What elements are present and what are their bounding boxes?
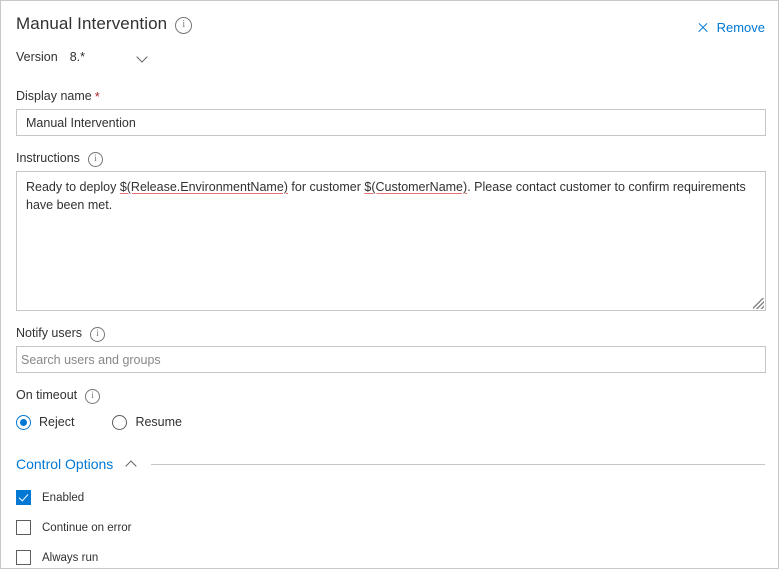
control-options-section-header[interactable]: Control Options bbox=[16, 454, 765, 474]
info-circle-icon[interactable] bbox=[90, 326, 105, 342]
checkbox-continue-on-error-label: Continue on error bbox=[42, 521, 132, 534]
chevron-down-icon[interactable] bbox=[137, 51, 149, 63]
page-title: Manual Intervention bbox=[16, 14, 168, 33]
required-marker: * bbox=[94, 88, 100, 104]
notify-users-label: Notify users bbox=[16, 325, 765, 342]
checkbox-continue-on-error[interactable]: Continue on error bbox=[16, 519, 765, 536]
display-name-input[interactable] bbox=[16, 109, 766, 136]
task-header: Manual Intervention Remove bbox=[16, 12, 765, 36]
on-timeout-label: On timeout bbox=[16, 387, 765, 404]
control-options-title: Control Options bbox=[16, 456, 114, 472]
radio-option-reject[interactable]: Reject bbox=[16, 414, 75, 430]
remove-button[interactable]: Remove bbox=[697, 20, 765, 35]
instructions-text-segment: for customer bbox=[287, 180, 365, 194]
checkbox-enabled-label: Enabled bbox=[42, 491, 85, 504]
instructions-variable-token: $(CustomerName) bbox=[364, 180, 468, 194]
on-timeout-label-text: On timeout bbox=[16, 388, 78, 402]
radio-mark-icon bbox=[112, 414, 128, 430]
instructions-text-segment: Ready to deploy bbox=[26, 180, 120, 194]
display-name-label-text: Display name bbox=[16, 89, 92, 103]
info-circle-icon[interactable] bbox=[85, 388, 101, 404]
instructions-label: Instructions bbox=[16, 150, 765, 167]
radio-option-resume-label: Resume bbox=[135, 415, 182, 429]
version-label: Version bbox=[16, 50, 58, 64]
display-name-label: Display name * bbox=[16, 88, 765, 104]
instructions-label-text: Instructions bbox=[16, 151, 80, 165]
on-timeout-radio-group: Reject Resume bbox=[16, 412, 765, 432]
instructions-field: Instructions Ready to deploy $(Release.E… bbox=[16, 150, 766, 311]
on-timeout-field: On timeout Reject Resume bbox=[16, 387, 765, 432]
display-name-field: Display name * bbox=[16, 88, 766, 136]
checkbox-mark-icon bbox=[16, 550, 31, 565]
radio-option-reject-label: Reject bbox=[39, 415, 75, 429]
instructions-textarea[interactable]: Ready to deploy $(Release.EnvironmentNam… bbox=[16, 171, 766, 311]
checkbox-mark-icon bbox=[16, 520, 31, 535]
notify-users-field: Notify users bbox=[16, 325, 766, 373]
checkbox-enabled[interactable]: Enabled bbox=[16, 489, 765, 506]
info-circle-icon[interactable] bbox=[175, 16, 193, 34]
section-divider bbox=[151, 463, 765, 465]
instructions-variable-token: $(Release.EnvironmentName) bbox=[119, 180, 288, 194]
version-value: 8.* bbox=[69, 50, 85, 64]
notify-users-label-text: Notify users bbox=[16, 326, 82, 340]
checkbox-mark-icon bbox=[16, 490, 31, 505]
close-x-icon bbox=[697, 22, 709, 34]
task-editor-panel: Manual Intervention Remove Version 8.* D… bbox=[0, 0, 779, 569]
remove-button-label: Remove bbox=[716, 20, 765, 35]
checkbox-always-run[interactable]: Always run bbox=[16, 549, 765, 566]
chevron-up-icon[interactable] bbox=[125, 458, 137, 470]
checkbox-always-run-label: Always run bbox=[42, 551, 99, 564]
radio-mark-icon bbox=[16, 414, 31, 430]
radio-option-resume[interactable]: Resume bbox=[112, 414, 182, 430]
notify-users-input[interactable] bbox=[16, 346, 766, 373]
info-circle-icon[interactable] bbox=[87, 151, 103, 167]
version-row: Version 8.* bbox=[16, 48, 765, 66]
